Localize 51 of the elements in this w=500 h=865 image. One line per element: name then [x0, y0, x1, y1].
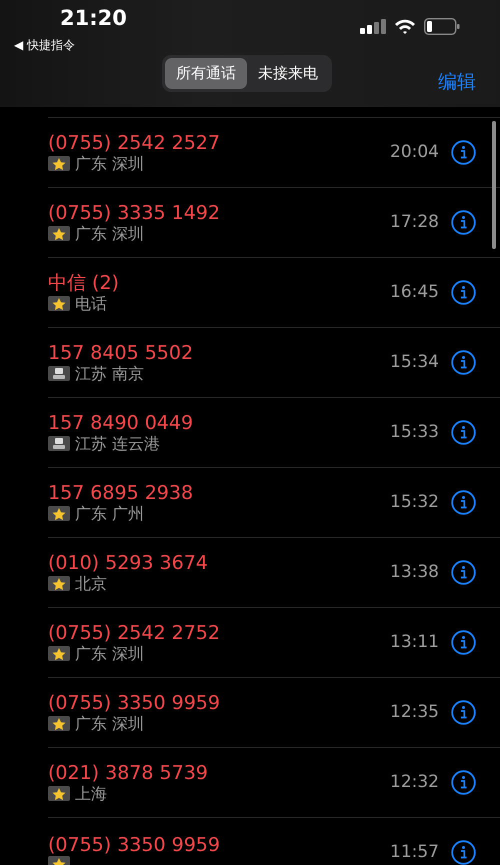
call-time: 17:28 — [390, 210, 439, 234]
call-time: 15:32 — [390, 490, 439, 514]
status-time: 21:20 — [60, 8, 127, 29]
info-button[interactable] — [451, 280, 476, 306]
caller-name: (0755) 2542 2752 — [48, 622, 221, 644]
info-button[interactable] — [451, 700, 476, 726]
segment-tab[interactable]: 未接来电 — [247, 58, 329, 88]
caller-name: (021) 3878 5739 — [48, 762, 209, 784]
wifi-icon — [394, 18, 416, 34]
call-time: 12:35 — [390, 700, 439, 724]
call-time: 15:33 — [390, 420, 439, 444]
caller-name: 157 8490 0449 — [48, 412, 194, 434]
signal-icon — [360, 18, 386, 34]
call-location: 上海 — [75, 784, 107, 804]
back-link[interactable]: ◀ 快捷指令 — [14, 36, 76, 54]
info-button[interactable] — [451, 560, 476, 586]
call-time: 16:45 — [390, 280, 439, 304]
call-time: 20:04 — [390, 140, 439, 164]
call-time: 15:34 — [390, 350, 439, 374]
call-location: 北京 — [75, 574, 107, 594]
caller-name: (0755) 2542 2527 — [48, 132, 221, 154]
info-button[interactable] — [451, 630, 476, 656]
caller-name: 157 8405 5502 — [48, 342, 194, 364]
info-button[interactable] — [451, 140, 476, 166]
call-time: 11:57 — [390, 840, 439, 864]
caller-name: (0755) 3350 9959 — [48, 692, 221, 714]
call-location: 电话 — [75, 294, 107, 314]
caller-name: (010) 5293 3674 — [48, 552, 209, 574]
call-location: 江苏 连云港 — [75, 434, 160, 454]
caller-name: (0755) 3350 9959 — [48, 834, 221, 856]
call-location: 江苏 南京 — [75, 364, 144, 384]
call-location: 广东 深圳 — [75, 644, 144, 664]
info-button[interactable] — [451, 420, 476, 446]
info-button[interactable] — [451, 210, 476, 236]
info-button[interactable] — [451, 840, 476, 865]
call-location: 广东 广州 — [75, 504, 144, 524]
info-button[interactable] — [451, 490, 476, 516]
call-time: 13:11 — [390, 630, 439, 654]
call-location: 广东 深圳 — [75, 154, 144, 174]
call-time: 12:32 — [390, 770, 439, 794]
info-button[interactable] — [451, 350, 476, 376]
segment-tab[interactable]: 所有通话 — [165, 58, 247, 88]
caller-name: (0755) 3335 1492 — [48, 202, 221, 224]
caller-name: 157 6895 2938 — [48, 482, 194, 504]
call-location: 广东 深圳 — [75, 224, 144, 244]
edit-button[interactable]: 编辑 — [438, 68, 476, 96]
info-button[interactable] — [451, 770, 476, 796]
battery-icon — [424, 18, 460, 35]
caller-name: 中信 (2) — [48, 272, 120, 294]
call-time: 13:38 — [390, 560, 439, 584]
call-location: 广东 深圳 — [75, 714, 144, 734]
